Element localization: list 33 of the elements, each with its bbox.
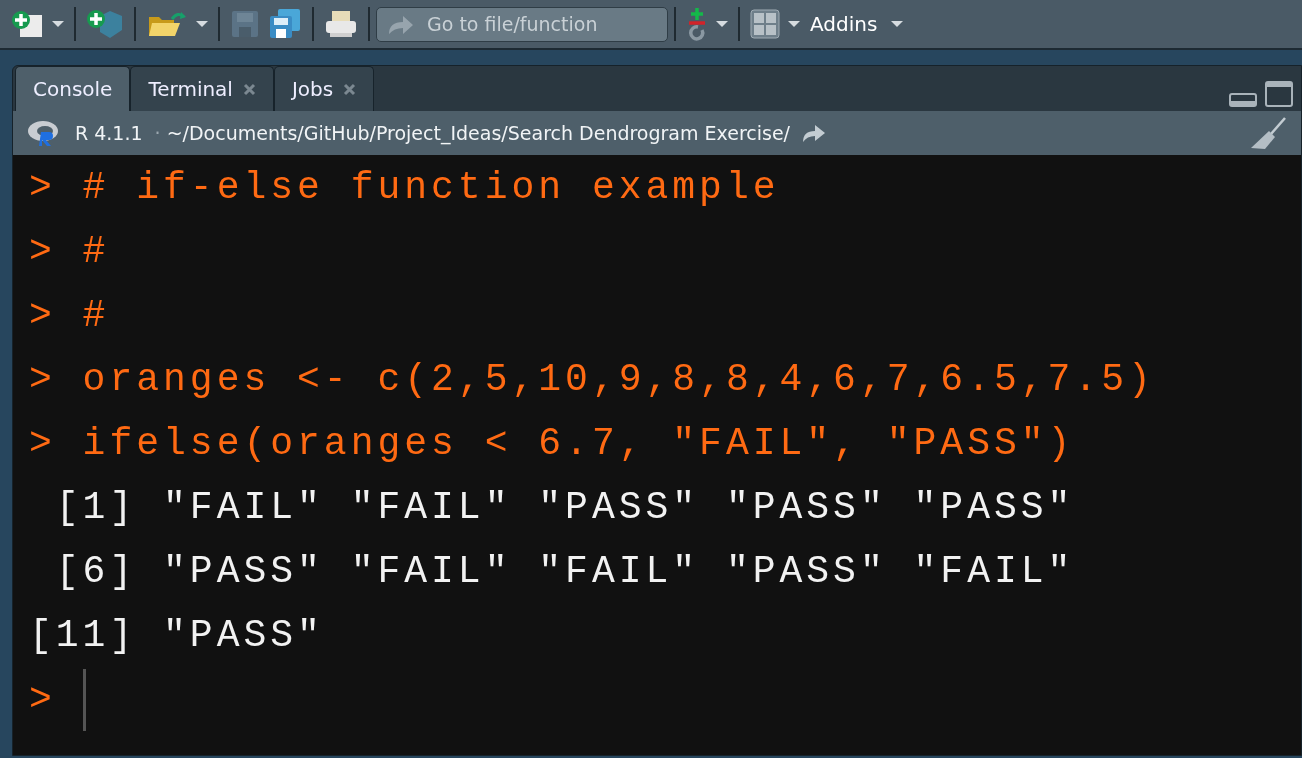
console-input-line: > # if-else function example — [29, 166, 780, 209]
panel-tab[interactable]: Jobs — [273, 66, 375, 111]
maximize-icon[interactable] — [1265, 81, 1293, 107]
broom-icon[interactable] — [1249, 116, 1287, 150]
console-output-line: [1] "FAIL" "FAIL" "PASS" "PASS" "PASS" — [54, 486, 1075, 529]
console-input-line: > ifelse(oranges < 6.7, "FAIL", "PASS") — [29, 422, 1075, 465]
console-prompt: > — [29, 678, 56, 721]
placeholder-text: Go to file/function — [427, 11, 598, 37]
console-input-line: > # — [29, 294, 110, 337]
forward-arrow-icon[interactable] — [802, 123, 827, 143]
caret-icon — [716, 21, 728, 27]
console-output-line: [11] "PASS" — [29, 614, 324, 657]
console-input-line: > oranges <- c(2,5,10,9,8,8,4,6,7,6.5,7.5) — [29, 358, 1155, 401]
caret-icon — [788, 21, 800, 27]
folder-icon — [146, 9, 188, 39]
r-version-label: R 4.1.1 — [75, 120, 143, 146]
console-input-line: > # — [29, 230, 110, 273]
working-directory-path: ~/Documents/GitHub/Project_Ideas/Search Dendrogram Exercise/ — [166, 120, 791, 147]
separator-dot: · — [154, 120, 161, 146]
minimize-icon[interactable] — [1229, 93, 1257, 107]
new-file-icon — [10, 9, 44, 39]
text-cursor — [82, 668, 86, 731]
panel-tab[interactable]: Console — [15, 66, 131, 111]
close-icon[interactable] — [343, 82, 357, 96]
console-output-line: [6] "PASS" "FAIL" "FAIL" "PASS" "FAIL" — [54, 550, 1075, 593]
plus-minus-icon — [686, 6, 708, 42]
panel-tab[interactable]: Terminal — [130, 66, 274, 111]
addins-menu[interactable]: Addins — [804, 8, 910, 40]
grid-icon — [750, 9, 780, 39]
caret-icon — [52, 21, 64, 27]
caret-icon — [891, 21, 904, 27]
caret-icon — [196, 21, 208, 27]
close-icon[interactable] — [242, 82, 256, 96]
